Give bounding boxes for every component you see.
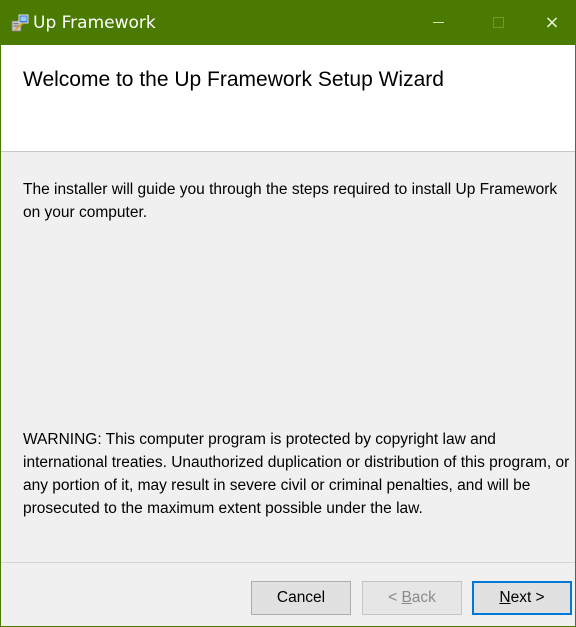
wizard-body: The installer will guide you through the…: [1, 152, 575, 562]
back-button-prefix: <: [388, 589, 402, 606]
close-icon: ×: [544, 11, 560, 33]
copyright-warning-text: WARNING: This computer program is protec…: [23, 431, 570, 517]
next-button[interactable]: Next >: [472, 581, 572, 615]
wizard-banner: Welcome to the Up Framework Setup Wizard: [1, 45, 575, 152]
maximize-button[interactable]: [475, 0, 521, 45]
next-button-mnemonic: N: [499, 589, 511, 606]
back-button[interactable]: < Back: [362, 581, 462, 615]
cancel-button[interactable]: Cancel: [251, 581, 351, 615]
button-bar: Cancel < Back Next >: [1, 562, 575, 626]
close-button[interactable]: ×: [529, 0, 575, 45]
setup-wizard-window: Up Framework × Welcome to the Up Framewo…: [0, 0, 576, 627]
minimize-icon: [432, 22, 444, 23]
page-title: Welcome to the Up Framework Setup Wizard: [23, 68, 444, 91]
maximize-icon: [492, 17, 504, 28]
back-button-label: ack: [411, 589, 436, 606]
minimize-button[interactable]: [415, 0, 461, 45]
installer-package-icon: [11, 14, 29, 32]
title-bar[interactable]: Up Framework ×: [1, 0, 575, 45]
intro-text: The installer will guide you through the…: [23, 181, 558, 221]
window-title: Up Framework: [33, 13, 156, 33]
back-button-mnemonic: B: [401, 589, 412, 606]
next-button-label: ext >: [510, 589, 545, 606]
